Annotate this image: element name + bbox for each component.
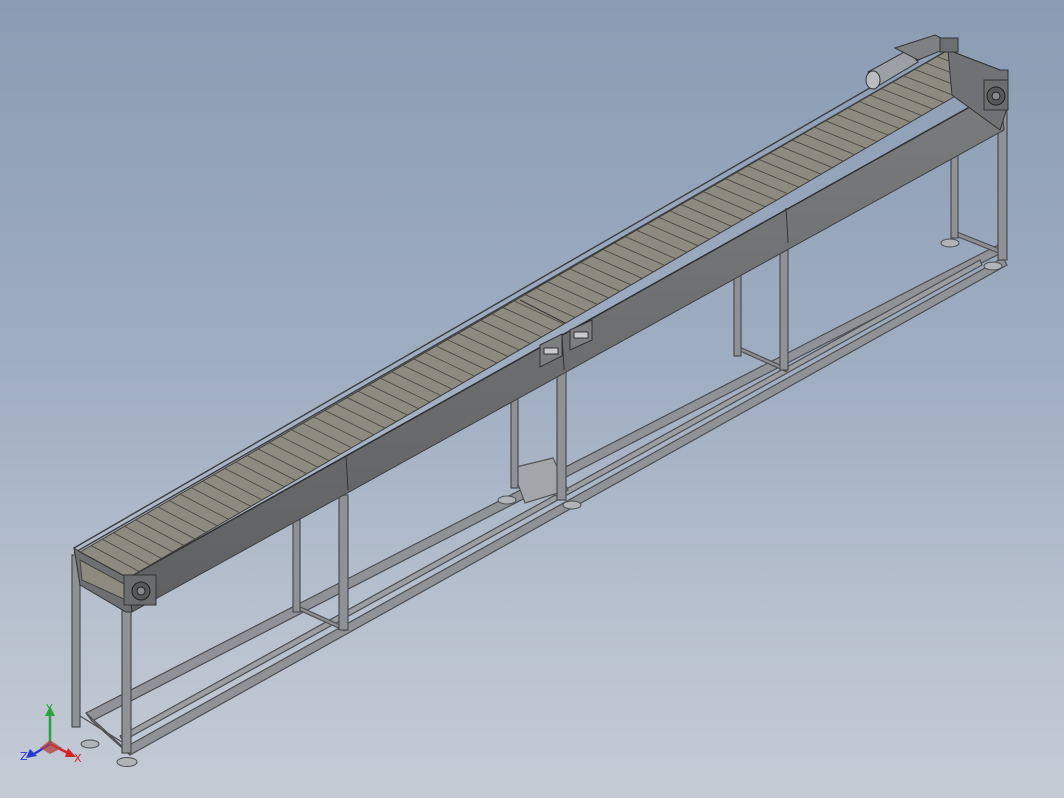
z-axis-label: Z (20, 750, 28, 763)
x-axis-label: X (74, 752, 82, 765)
y-axis-label: Y (45, 702, 53, 715)
cad-3d-viewport[interactable]: Y X Z (0, 0, 1064, 798)
triad-base (40, 740, 62, 754)
conveyor-side-beam (127, 89, 1005, 613)
conveyor-model[interactable] (0, 0, 1064, 798)
orientation-triad[interactable]: Y X Z (18, 702, 88, 772)
